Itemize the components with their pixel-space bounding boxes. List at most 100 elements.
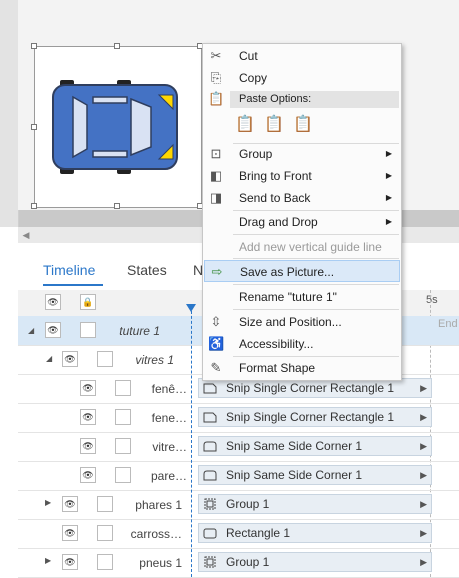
scissors-icon: ✂ (210, 48, 222, 63)
collapse-arrow-icon[interactable]: ◢ (46, 354, 52, 363)
animation-bar[interactable]: Rectangle 1 ▶ (198, 523, 432, 543)
layer-name: vitre… (152, 440, 187, 454)
visibility-eye-icon[interactable]: 👁 (80, 380, 96, 396)
lock-checkbox[interactable] (115, 438, 131, 454)
bar-arrow-icon: ▶ (420, 557, 427, 567)
visibility-eye-icon[interactable]: 👁 (62, 554, 78, 570)
lock-checkbox[interactable] (80, 322, 96, 338)
context-menu: ✂ Cut ⎘ Copy 📋 Paste Options: 📋 📋 📋 ⊡ Gr… (202, 43, 402, 381)
menu-item-group[interactable]: ⊡ Group ▶ (204, 143, 400, 165)
snip-corner-rectangle-icon (203, 383, 217, 394)
lock-all-icon[interactable]: 🔒 (80, 294, 96, 310)
menu-item-drag-and-drop[interactable]: Drag and Drop ▶ (204, 211, 400, 233)
resize-handle-w[interactable] (31, 124, 37, 130)
rear-window (72, 95, 88, 159)
submenu-arrow-icon: ▶ (385, 217, 392, 226)
bar-arrow-icon: ▶ (420, 412, 427, 422)
resize-handle-nw[interactable] (31, 43, 37, 49)
resize-handle-s[interactable] (114, 203, 120, 209)
format-shape-icon: ✎ (210, 360, 222, 375)
snip-same-side-corner-icon (203, 470, 217, 481)
menu-item-copy[interactable]: ⎘ Copy (204, 67, 400, 89)
separator (233, 234, 399, 235)
layer-name: fenê… (151, 382, 187, 396)
animation-bar[interactable]: Group 1 ▶ (198, 494, 432, 514)
accessibility-icon: ♿ (208, 336, 225, 351)
visibility-eye-icon[interactable]: 👁 (80, 467, 96, 483)
visibility-eye-icon[interactable]: 👁 (80, 409, 96, 425)
windshield (130, 97, 152, 157)
expand-arrow-icon[interactable]: ▶ (45, 498, 51, 507)
lock-checkbox[interactable] (115, 467, 131, 483)
resize-handle-n[interactable] (114, 43, 120, 49)
submenu-arrow-icon: ▶ (385, 193, 392, 202)
selected-car-shape[interactable] (34, 46, 202, 208)
visibility-eye-icon[interactable]: 👁 (62, 496, 78, 512)
playhead-line[interactable] (191, 306, 193, 577)
visibility-eye-icon[interactable]: 👁 (45, 322, 61, 338)
collapse-arrow-icon[interactable]: ◢ (28, 326, 34, 335)
clipboard-icon: 📋 (208, 91, 225, 106)
animation-bar-label: Snip Same Side Corner 1 (226, 439, 363, 453)
menu-item-send-to-back[interactable]: ◨ Send to Back ▶ (204, 187, 400, 209)
group-icon (204, 556, 216, 568)
menu-item-save-as-picture[interactable]: ⇨ Save as Picture... (204, 260, 400, 282)
tab-states[interactable]: States (127, 262, 167, 278)
menu-item-add-vertical-guide: Add new vertical guide line (239, 240, 382, 254)
scroll-left-arrow-icon[interactable]: ◀ (20, 229, 32, 241)
visibility-eye-icon[interactable]: 👁 (62, 525, 78, 541)
resize-handle-sw[interactable] (31, 203, 37, 209)
animation-bar-label: Snip Single Corner Rectangle 1 (226, 381, 395, 395)
lock-checkbox[interactable] (97, 351, 113, 367)
layer-name: vitres 1 (135, 353, 174, 367)
animation-bar-label: Rectangle 1 (226, 526, 291, 540)
animation-bar[interactable]: Group 1 ▶ (198, 552, 432, 572)
group-icon (204, 498, 216, 510)
visibility-eye-icon[interactable]: 👁 (80, 438, 96, 454)
animation-bar[interactable]: Snip Single Corner Rectangle 1 ▶ (198, 407, 432, 427)
lock-checkbox[interactable] (97, 496, 113, 512)
bar-arrow-icon: ▶ (420, 383, 427, 393)
paste-use-destination-theme-icon[interactable]: 📋 (233, 112, 257, 138)
menu-item-size-and-position[interactable]: ⇳ Size and Position... (204, 311, 400, 333)
lock-checkbox[interactable] (115, 380, 131, 396)
menu-item-cut[interactable]: ✂ Cut (204, 45, 400, 67)
paste-keep-text-only-icon[interactable]: 📋 (291, 112, 315, 138)
visibility-all-eye-icon[interactable]: 👁 (45, 294, 61, 310)
menu-item-format-shape[interactable]: ✎ Format Shape (204, 357, 400, 379)
lock-checkbox[interactable] (97, 554, 113, 570)
separator (233, 284, 399, 285)
lock-checkbox[interactable] (115, 409, 131, 425)
tab-timeline[interactable]: Timeline (43, 262, 95, 278)
vertical-ruler (0, 0, 19, 227)
copy-icon: ⎘ (210, 70, 222, 85)
bar-arrow-icon: ▶ (420, 441, 427, 451)
lock-checkbox[interactable] (97, 525, 113, 541)
paste-options-header: Paste Options: (230, 91, 399, 108)
group-icon: ⊡ (210, 146, 222, 161)
layer-name: pneus 1 (139, 556, 182, 570)
animation-bar-label: Snip Same Side Corner 1 (226, 468, 363, 482)
menu-item-bring-to-front[interactable]: ◧ Bring to Front ▶ (204, 165, 400, 187)
bar-arrow-icon: ▶ (420, 528, 427, 538)
expand-arrow-icon[interactable]: ▶ (45, 556, 51, 565)
animation-bar[interactable]: Snip Same Side Corner 1 ▶ (198, 436, 432, 456)
submenu-arrow-icon: ▶ (385, 149, 392, 158)
snip-same-side-corner-icon (203, 441, 217, 452)
menu-item-rename[interactable]: Rename "tuture 1" (204, 286, 400, 308)
playhead-marker-icon[interactable] (186, 304, 196, 312)
animation-bar[interactable]: Snip Same Side Corner 1 ▶ (198, 465, 432, 485)
active-tab-indicator (43, 284, 103, 286)
visibility-eye-icon[interactable]: 👁 (62, 351, 78, 367)
menu-item-accessibility[interactable]: ♿ Accessibility... (204, 333, 400, 355)
side-window (92, 96, 128, 104)
animation-bar-label: Group 1 (226, 555, 270, 569)
bar-arrow-icon: ▶ (420, 499, 427, 509)
bring-to-front-icon: ◧ (209, 168, 223, 183)
layer-name: tuture 1 (119, 324, 160, 338)
paste-keep-source-formatting-icon[interactable]: 📋 (262, 112, 286, 138)
animation-bar[interactable]: Snip Single Corner Rectangle 1 ▶ (198, 378, 432, 398)
size-position-icon: ⇳ (210, 314, 222, 329)
layer-name: phares 1 (135, 498, 182, 512)
end-label: End (438, 318, 458, 330)
